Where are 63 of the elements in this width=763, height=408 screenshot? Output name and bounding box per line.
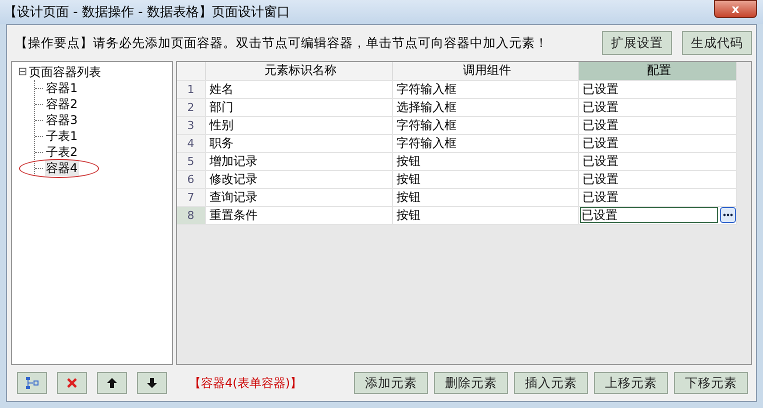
- column-header[interactable]: 配置: [578, 62, 736, 80]
- table-cell: 选择输入框: [392, 98, 578, 116]
- table-cell: 已设置: [578, 98, 736, 116]
- tree-node[interactable]: 容器4: [45, 160, 79, 176]
- add-button[interactable]: [17, 372, 47, 394]
- table-cell: 增加记录: [205, 152, 392, 170]
- table-cell: 职务: [205, 134, 392, 152]
- action-button[interactable]: 上移元素: [594, 372, 668, 394]
- action-button[interactable]: 下移元素: [674, 372, 748, 394]
- ellipsis-icon: [722, 213, 732, 217]
- row-number: 7: [177, 188, 205, 206]
- toolbar-button[interactable]: 生成代码: [682, 31, 752, 55]
- table-cell: 字符输入框: [392, 80, 578, 98]
- table-cell: 已设置: [578, 80, 736, 98]
- ellipsis-button[interactable]: [720, 207, 736, 223]
- tree-node[interactable]: 容器2: [45, 96, 79, 112]
- table-cell: 姓名: [205, 80, 392, 98]
- tree-node[interactable]: 容器3: [45, 112, 79, 128]
- row-number: 8: [177, 206, 205, 224]
- action-button[interactable]: 删除元素: [434, 372, 508, 394]
- up-arrow-icon: [105, 376, 119, 390]
- delete-button[interactable]: [57, 372, 87, 394]
- table-cell: 字符输入框: [392, 116, 578, 134]
- table-cell: 修改记录: [205, 170, 392, 188]
- status-text: 【容器4(表单容器)】: [188, 374, 303, 392]
- table-cell: 按钮: [392, 188, 578, 206]
- table-cell: 字符输入框: [392, 134, 578, 152]
- cell-editor[interactable]: 已设置: [580, 207, 718, 223]
- column-header[interactable]: 元素标识名称: [205, 62, 392, 80]
- row-number: 3: [177, 116, 205, 134]
- column-header[interactable]: 调用组件: [392, 62, 578, 80]
- collapse-toggle[interactable]: ⊟: [18, 64, 28, 80]
- down-button[interactable]: [137, 372, 167, 394]
- row-number: 4: [177, 134, 205, 152]
- table-cell: 按钮: [392, 170, 578, 188]
- table-cell: 性别: [205, 116, 392, 134]
- table-cell: 已设置: [578, 170, 736, 188]
- up-button[interactable]: [97, 372, 127, 394]
- tree-node[interactable]: 页面容器列表: [29, 64, 102, 80]
- delete-icon: [65, 376, 79, 390]
- table-cell: 已设置: [578, 116, 736, 134]
- table-cell: 已设置: [578, 152, 736, 170]
- table-cell: 部门: [205, 98, 392, 116]
- tree-node[interactable]: 子表1: [45, 128, 79, 144]
- table-cell: 按钮: [392, 206, 578, 224]
- action-button[interactable]: 添加元素: [354, 372, 428, 394]
- row-number: 1: [177, 80, 205, 98]
- down-arrow-icon: [145, 376, 159, 390]
- table-cell: 重置条件: [205, 206, 392, 224]
- table-cell: 已设置: [578, 134, 736, 152]
- table-cell: 查询记录: [205, 188, 392, 206]
- row-number: 5: [177, 152, 205, 170]
- add-node-icon: [25, 376, 39, 390]
- tree-node[interactable]: 容器1: [45, 80, 79, 96]
- row-number: 2: [177, 98, 205, 116]
- instruction-text: 【操作要点】请务必先添加页面容器。双击节点可编辑容器，单击节点可向容器中加入元素！: [14, 34, 549, 52]
- tree-node[interactable]: 子表2: [45, 144, 79, 160]
- table-cell: 按钮: [392, 152, 578, 170]
- row-number: 6: [177, 170, 205, 188]
- toolbar-button[interactable]: 扩展设置: [602, 31, 672, 55]
- action-button[interactable]: 插入元素: [514, 372, 588, 394]
- table-cell: 已设置: [578, 188, 736, 206]
- window-title: 【设计页面 - 数据操作 - 数据表格】页面设计窗口: [4, 4, 290, 21]
